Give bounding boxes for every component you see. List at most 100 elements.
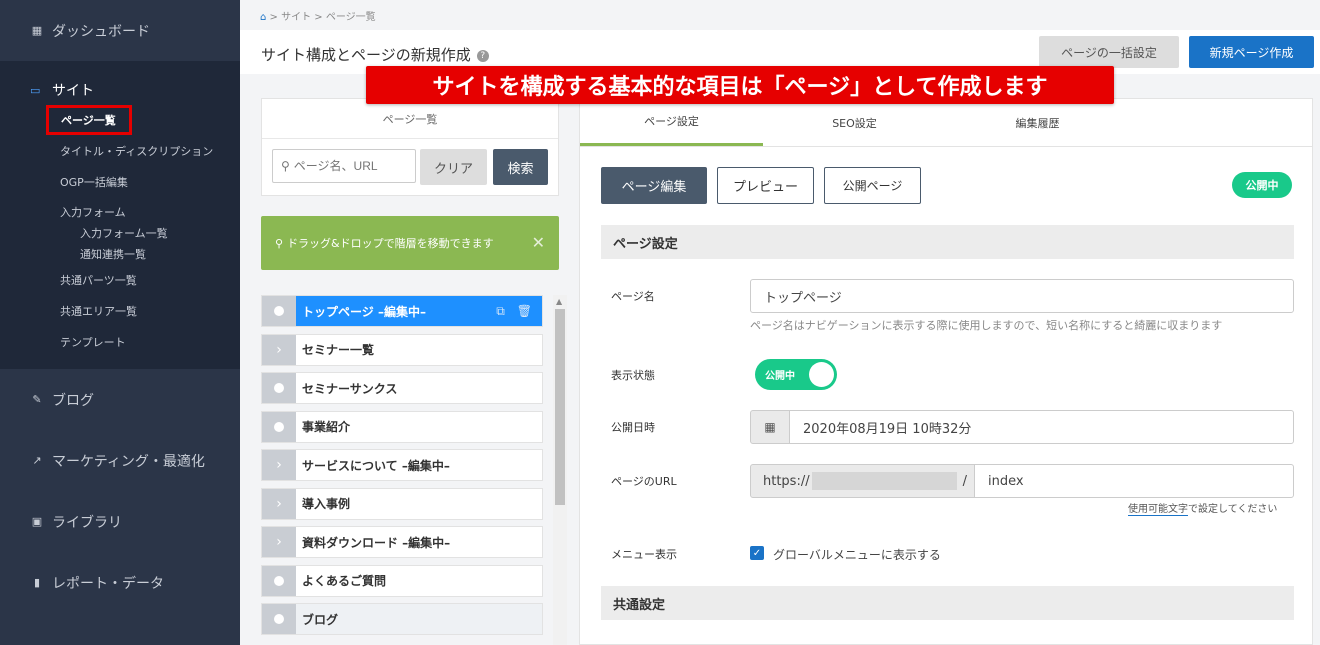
expand-handle[interactable]: › <box>262 488 296 519</box>
tree-row-label[interactable]: ブログ <box>296 604 542 634</box>
pencil-icon: ✎ <box>32 393 42 406</box>
leaf-dot-icon <box>274 383 284 393</box>
preview-button[interactable]: プレビュー <box>717 167 814 204</box>
tree-row[interactable]: セミナーサンクス <box>261 372 543 404</box>
scrollbar-thumb[interactable] <box>555 309 565 505</box>
page-title: サイト構成とページの新規作成? <box>261 44 489 65</box>
sidebar-item-label: マーケティング・最適化 <box>52 453 205 470</box>
annotation-banner: サイトを構成する基本的な項目は「ページ」として作成します <box>366 66 1114 104</box>
tree-row[interactable]: › サービスについて –編集中– <box>261 449 543 481</box>
bulk-settings-button[interactable]: ページの一括設定 <box>1039 36 1179 68</box>
page-title-text: サイト構成とページの新規作成 <box>261 46 471 64</box>
sidebar-item-marketing[interactable]: ↗ マーケティング・最適化 <box>0 430 240 491</box>
home-icon[interactable]: ⌂ <box>260 12 266 23</box>
image-icon: ▣ <box>31 515 43 528</box>
close-icon[interactable]: ✕ <box>532 233 545 252</box>
drag-drop-tip: ⚲ ドラッグ&ドロップで階層を移動できます ✕ <box>261 216 559 270</box>
tree-row-label[interactable]: 事業紹介 <box>296 412 542 442</box>
site-icon: ▭ <box>30 83 41 97</box>
global-menu-checkbox[interactable]: ✓ <box>750 546 764 560</box>
sidebar-item-label: ブログ <box>52 392 94 409</box>
chevron-right-icon: › <box>276 341 282 358</box>
section-header-common-settings: 共通設定 <box>601 586 1294 620</box>
sidebar-item-library[interactable]: ▣ ライブラリ <box>0 491 240 552</box>
leaf-dot-icon <box>274 575 284 586</box>
tree-row[interactable]: 事業紹介 <box>261 410 543 443</box>
search-input[interactable] <box>293 159 414 173</box>
sidebar-item-templates[interactable]: テンプレート <box>0 326 240 357</box>
breadcrumb-item[interactable]: サイト <box>281 12 311 23</box>
tree-row[interactable]: ブログ <box>261 603 543 635</box>
section-header-page-settings: ページ設定 <box>601 225 1294 259</box>
sidebar-item-common-areas[interactable]: 共通エリア一覧 <box>0 295 240 326</box>
visibility-toggle[interactable]: 公開中 <box>755 359 837 390</box>
url-slug-input[interactable]: index <box>974 464 1294 498</box>
tree-row[interactable]: › 導入事例 <box>261 487 543 520</box>
tree-row-label[interactable]: よくあるご質問 <box>296 566 542 596</box>
new-page-button[interactable]: 新規ページ作成 <box>1189 36 1314 68</box>
publish-date-label: 公開日時 <box>611 421 655 434</box>
sidebar-item-blog[interactable]: ✎ ブログ <box>0 369 240 430</box>
tip-text: ドラッグ&ドロップで階層を移動できます <box>287 237 494 250</box>
drag-handle[interactable] <box>262 373 296 403</box>
leaf-dot-icon <box>274 421 284 432</box>
status-badge: 公開中 <box>1232 172 1292 198</box>
page-name-hint: ページ名はナビゲーションに表示する際に使用しますので、短い名称にすると綺麗に収ま… <box>750 319 1223 332</box>
sidebar-item-ogp-bulk[interactable]: OGP一括編集 <box>0 166 240 197</box>
page-name-input[interactable]: トップページ <box>750 279 1294 313</box>
tree-row-label[interactable]: 導入事例 <box>296 489 542 519</box>
drag-handle[interactable] <box>262 565 296 596</box>
search-button[interactable]: 検索 <box>493 149 548 185</box>
sidebar-item-page-list[interactable]: ページ一覧 <box>46 105 132 135</box>
sidebar-item-label: レポート・データ <box>52 575 164 592</box>
tree-row[interactable]: よくあるご質問 <box>261 564 543 597</box>
sidebar-item-notification-list[interactable]: 通知連携一覧 <box>0 243 240 264</box>
tree-row-label[interactable]: セミナー一覧 <box>296 335 542 365</box>
sidebar-item-dashboard[interactable]: ▦ ダッシュボード <box>0 0 240 61</box>
scroll-up-icon[interactable]: ▲ <box>556 297 562 306</box>
tree-row[interactable]: › セミナー一覧 <box>261 333 543 366</box>
trash-icon[interactable]: 🗑 <box>517 304 532 318</box>
drag-handle[interactable] <box>262 604 296 634</box>
sidebar-item-title-description[interactable]: タイトル・ディスクリプション <box>0 135 240 166</box>
public-page-button[interactable]: 公開ページ <box>824 167 921 204</box>
allowed-chars-link[interactable]: 使用可能文字 <box>1128 504 1188 516</box>
calendar-icon[interactable]: ▦ <box>750 410 790 444</box>
map-pin-icon: ⚲ <box>275 236 284 250</box>
sidebar-item-input-form[interactable]: 入力フォーム <box>0 201 240 222</box>
tree-row-label[interactable]: サービスについて –編集中– <box>296 450 542 480</box>
tab-bar: ページ設定 SEO設定 編集履歴 <box>580 99 1312 147</box>
page-list-panel: ページ一覧 ⚲ クリア 検索 <box>261 98 559 196</box>
expand-handle[interactable]: › <box>262 527 296 557</box>
url-prefix: https:// / <box>750 464 975 498</box>
drag-handle[interactable] <box>262 411 296 442</box>
search-field[interactable]: ⚲ <box>272 149 416 183</box>
sidebar-item-site[interactable]: ▭ サイト <box>0 75 240 105</box>
tab-edit-history[interactable]: 編集履歴 <box>946 99 1129 146</box>
tab-page-settings[interactable]: ページ設定 <box>580 99 763 146</box>
clear-button[interactable]: クリア <box>420 149 487 185</box>
drag-handle[interactable] <box>262 296 296 326</box>
global-menu-checkbox-label[interactable]: グローバルメニューに表示する <box>773 546 941 563</box>
tree-row-label[interactable]: トップページ –編集中– <box>296 296 497 326</box>
tree-row[interactable]: トップページ –編集中– ⧉ 🗑 <box>261 295 543 327</box>
tree-row-label[interactable]: セミナーサンクス <box>296 373 542 403</box>
breadcrumb-item: ページ一覧 <box>325 12 376 23</box>
copy-icon[interactable]: ⧉ <box>496 304 505 319</box>
tree-row-label[interactable]: 資料ダウンロード –編集中– <box>296 527 542 557</box>
url-scheme: https:// <box>763 473 810 489</box>
sidebar-item-report[interactable]: ▮ レポート・データ <box>0 552 240 613</box>
edit-page-button[interactable]: ページ編集 <box>601 167 707 204</box>
tree-row[interactable]: › 資料ダウンロード –編集中– <box>261 526 543 558</box>
sidebar-item-input-form-list[interactable]: 入力フォーム一覧 <box>0 222 240 243</box>
chevron-right-icon: › <box>276 534 282 550</box>
expand-handle[interactable]: › <box>262 450 296 480</box>
publish-date-input[interactable]: 2020年08月19日 10時32分 <box>789 410 1294 444</box>
chevron-right-icon: › <box>276 457 282 473</box>
expand-handle[interactable]: › <box>262 334 296 365</box>
sidebar-item-common-parts[interactable]: 共通パーツ一覧 <box>0 264 240 295</box>
help-icon[interactable]: ? <box>476 49 489 62</box>
row-actions: ⧉ 🗑 <box>496 296 542 326</box>
tree-scrollbar[interactable]: ▲ <box>553 295 567 645</box>
tab-seo-settings[interactable]: SEO設定 <box>763 99 946 146</box>
